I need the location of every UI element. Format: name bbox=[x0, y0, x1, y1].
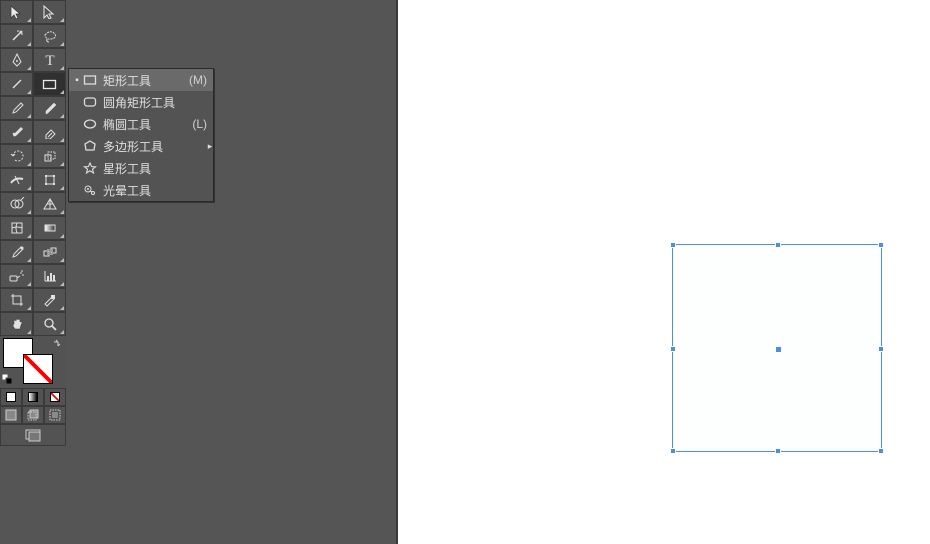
resize-handle-ne[interactable] bbox=[878, 242, 884, 248]
flyout-ellipse-tool[interactable]: 椭圆工具 (L) bbox=[69, 113, 213, 135]
blend-tool[interactable] bbox=[33, 240, 66, 264]
artboard-canvas[interactable] bbox=[398, 0, 930, 544]
type-tool[interactable]: T bbox=[33, 48, 66, 72]
rounded-rectangle-icon bbox=[81, 96, 99, 108]
lasso-tool[interactable] bbox=[33, 24, 66, 48]
rectangle-tool[interactable] bbox=[33, 72, 66, 96]
default-fill-stroke-icon[interactable] bbox=[2, 374, 14, 386]
resize-handle-nw[interactable] bbox=[670, 242, 676, 248]
flyout-flare-tool[interactable]: 光晕工具 bbox=[69, 179, 213, 201]
swap-fill-stroke-icon[interactable] bbox=[52, 338, 64, 350]
resize-handle-e[interactable] bbox=[878, 346, 884, 352]
tools-panel: T bbox=[0, 0, 66, 446]
flyout-rounded-rectangle-tool[interactable]: 圆角矩形工具 bbox=[69, 91, 213, 113]
flyout-shortcut: (L) bbox=[192, 117, 209, 131]
rectangle-icon bbox=[81, 74, 99, 86]
shape-center-point bbox=[776, 347, 781, 352]
flyout-polygon-tool[interactable]: 多边形工具 ▸ bbox=[69, 135, 213, 157]
free-transform-tool[interactable] bbox=[33, 168, 66, 192]
submenu-arrow-icon: ▸ bbox=[206, 135, 214, 157]
zoom-tool[interactable] bbox=[33, 312, 66, 336]
flyout-rectangle-tool[interactable]: ▪ 矩形工具 (M) bbox=[69, 69, 213, 91]
color-gradient-button[interactable] bbox=[22, 388, 44, 406]
pencil-tool[interactable] bbox=[33, 96, 66, 120]
flyout-label: 多边形工具 bbox=[99, 138, 207, 155]
draw-mode-row bbox=[0, 406, 66, 424]
selected-rectangle-shape[interactable] bbox=[672, 244, 882, 452]
slice-tool[interactable] bbox=[33, 288, 66, 312]
flyout-label: 光晕工具 bbox=[99, 182, 207, 199]
ellipse-icon bbox=[81, 118, 99, 130]
draw-inside-button[interactable] bbox=[44, 406, 66, 424]
eyedropper-tool[interactable] bbox=[0, 240, 33, 264]
selected-marker-icon: ▪ bbox=[73, 75, 81, 86]
flyout-shortcut: (M) bbox=[189, 73, 209, 87]
resize-handle-n[interactable] bbox=[775, 242, 781, 248]
pen-tool[interactable] bbox=[0, 48, 33, 72]
flyout-star-tool[interactable]: 星形工具 bbox=[69, 157, 213, 179]
stroke-swatch[interactable] bbox=[23, 354, 53, 384]
paintbrush-tool[interactable] bbox=[0, 96, 33, 120]
flyout-label: 椭圆工具 bbox=[99, 116, 192, 133]
color-mode-row bbox=[0, 388, 66, 406]
hand-tool[interactable] bbox=[0, 312, 33, 336]
star-icon bbox=[81, 162, 99, 174]
symbol-sprayer-tool[interactable] bbox=[0, 264, 33, 288]
resize-handle-sw[interactable] bbox=[670, 448, 676, 454]
flyout-label: 星形工具 bbox=[99, 160, 207, 177]
resize-handle-s[interactable] bbox=[775, 448, 781, 454]
mesh-tool[interactable] bbox=[0, 216, 33, 240]
flare-icon bbox=[81, 184, 99, 196]
column-graph-tool[interactable] bbox=[33, 264, 66, 288]
polygon-icon bbox=[81, 140, 99, 152]
shape-tool-flyout-menu: ▪ 矩形工具 (M) 圆角矩形工具 椭圆工具 (L) 多边形工具 ▸ 星形工具 … bbox=[68, 68, 214, 202]
resize-handle-w[interactable] bbox=[670, 346, 676, 352]
color-none-button[interactable] bbox=[44, 388, 66, 406]
shape-builder-tool[interactable] bbox=[0, 192, 33, 216]
flyout-label: 圆角矩形工具 bbox=[99, 94, 207, 111]
color-solid-button[interactable] bbox=[0, 388, 22, 406]
artboard-tool[interactable] bbox=[0, 288, 33, 312]
screen-mode-button[interactable] bbox=[0, 424, 66, 446]
direct-selection-tool[interactable] bbox=[33, 0, 66, 24]
magic-wand-tool[interactable] bbox=[0, 24, 33, 48]
flyout-label: 矩形工具 bbox=[99, 72, 189, 89]
fill-stroke-swatches[interactable] bbox=[0, 336, 66, 388]
draw-normal-button[interactable] bbox=[0, 406, 22, 424]
rotate-tool[interactable] bbox=[0, 144, 33, 168]
gradient-tool[interactable] bbox=[33, 216, 66, 240]
line-segment-tool[interactable] bbox=[0, 72, 33, 96]
resize-handle-se[interactable] bbox=[878, 448, 884, 454]
blob-brush-tool[interactable] bbox=[0, 120, 33, 144]
eraser-tool[interactable] bbox=[33, 120, 66, 144]
svg-text:T: T bbox=[45, 53, 54, 67]
selection-tool[interactable] bbox=[0, 0, 33, 24]
scale-tool[interactable] bbox=[33, 144, 66, 168]
draw-behind-button[interactable] bbox=[22, 406, 44, 424]
width-tool[interactable] bbox=[0, 168, 33, 192]
perspective-grid-tool[interactable] bbox=[33, 192, 66, 216]
